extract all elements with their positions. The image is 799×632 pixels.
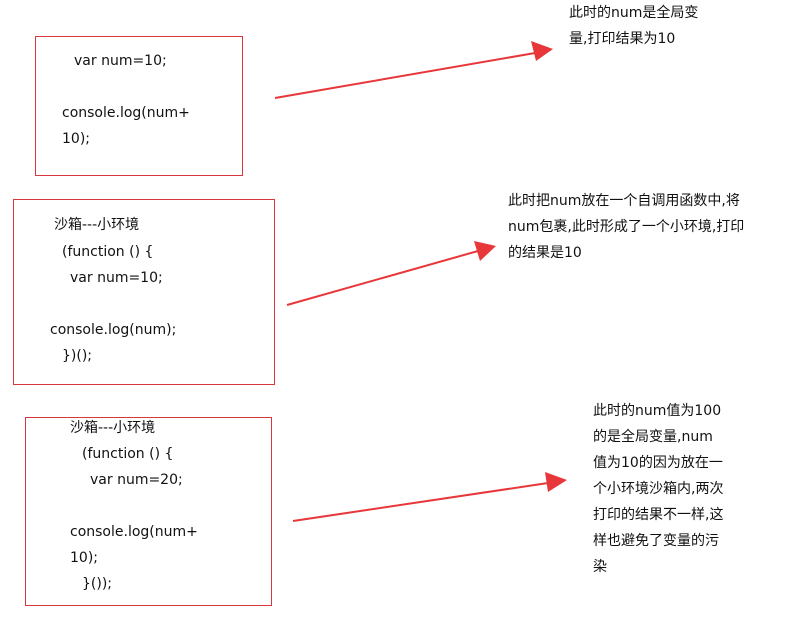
arrow-2 — [286, 241, 496, 306]
arrow-3 — [292, 472, 567, 522]
arrow-1 — [274, 41, 553, 99]
arrows-layer — [274, 41, 567, 522]
